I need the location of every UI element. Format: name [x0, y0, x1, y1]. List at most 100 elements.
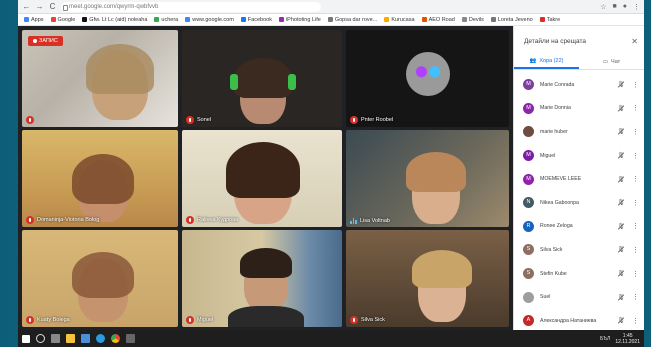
- mic-muted-icon: 🎙: [617, 153, 625, 160]
- bookmark-favicon-icon: [539, 17, 545, 22]
- bookmark-item[interactable]: Takre: [539, 17, 560, 23]
- more-options-icon[interactable]: ⋮: [632, 317, 639, 325]
- language-indicator[interactable]: БЪЛ: [600, 336, 610, 342]
- headset-icon: [288, 74, 296, 90]
- participant-name: marie huber: [540, 128, 568, 135]
- tab-chat[interactable]: ▭ Чат: [579, 54, 644, 69]
- chrome-icon[interactable]: [111, 334, 120, 343]
- participant-hair: [406, 152, 466, 192]
- address-bar[interactable]: meet.google.com/qwyrm-qwbfvvb: [61, 1, 321, 12]
- avatar: M: [523, 102, 534, 114]
- more-options-icon[interactable]: ⋮: [632, 175, 639, 183]
- participant-row[interactable]: M MOEMEVE LEEE 🎙 ⋮: [514, 167, 644, 191]
- more-options-icon[interactable]: ⋮: [632, 104, 639, 112]
- more-options-icon[interactable]: ⋮: [632, 293, 639, 301]
- bookmark-item[interactable]: uchera: [154, 17, 178, 23]
- more-options-icon[interactable]: ⋮: [632, 199, 639, 207]
- participant-row[interactable]: M Marie Donnia 🎙 ⋮: [514, 97, 644, 121]
- tab-people[interactable]: 👥 Хора (22): [514, 54, 579, 69]
- bookmark-item[interactable]: Gfw. Lt Lc (aid) noleaha: [82, 17, 147, 23]
- video-tile-3[interactable]: Pnter Roobel: [346, 30, 509, 127]
- close-icon[interactable]: ✕: [631, 37, 638, 46]
- mic-muted-icon: 🎙: [617, 82, 625, 89]
- reload-button[interactable]: C: [48, 0, 57, 14]
- task-view-icon[interactable]: [51, 334, 60, 343]
- bookmark-favicon-icon: [327, 17, 333, 22]
- video-tile-8[interactable]: Miguel: [182, 230, 342, 327]
- mail-icon[interactable]: [81, 334, 90, 343]
- app-icon[interactable]: [126, 334, 135, 343]
- participant-name: Miguel: [540, 152, 556, 159]
- forward-button[interactable]: →: [35, 0, 44, 14]
- profile-icon[interactable]: ●: [623, 3, 627, 11]
- tile-label: Kuaty Bolega: [26, 316, 70, 324]
- bookmark-item[interactable]: www.google.com: [185, 17, 234, 23]
- participant-row[interactable]: A Александра Натаниева 🎙 ⋮: [514, 309, 644, 333]
- bookmark-item[interactable]: AEO Road: [421, 17, 455, 23]
- more-options-icon[interactable]: ⋮: [632, 81, 639, 89]
- bookmark-item[interactable]: Facebook: [240, 17, 272, 23]
- windows-start-icon[interactable]: [22, 334, 30, 343]
- participant-row[interactable]: Suel 🎙 ⋮: [514, 285, 644, 309]
- mic-muted-icon: 🎙: [617, 294, 625, 301]
- participant-shirt: [228, 306, 304, 327]
- avatar: M: [523, 150, 534, 162]
- video-tile-6[interactable]: Lisa Voltnab: [346, 130, 509, 227]
- video-tile-9[interactable]: Silva Sick: [346, 230, 509, 327]
- bookmark-item[interactable]: Google: [50, 17, 75, 23]
- bookmark-favicon-icon: [384, 17, 390, 22]
- participant-name: Александра Натаниева: [540, 317, 597, 324]
- mic-muted-icon: 🎙: [617, 318, 625, 325]
- more-options-icon[interactable]: ⋮: [632, 246, 639, 254]
- video-tile-5[interactable]: Raliнна Кудрова: [182, 130, 342, 227]
- bookmark-item[interactable]: Devils: [461, 17, 484, 23]
- participant-name: MOEMEVE LEEE: [540, 176, 582, 183]
- mic-muted-icon: 🎙: [617, 200, 625, 207]
- menu-icon[interactable]: ⋮: [633, 3, 640, 11]
- participant-row[interactable]: N Nikea Gaboonpa 🎙 ⋮: [514, 191, 644, 215]
- bookmark-favicon-icon: [240, 17, 246, 22]
- search-icon[interactable]: [36, 334, 45, 343]
- participant-row[interactable]: R Ronee Zeloga 🎙 ⋮: [514, 215, 644, 239]
- participant-row[interactable]: S Silva Sick 🎙 ⋮: [514, 238, 644, 262]
- bookmark-favicon-icon: [421, 17, 427, 22]
- back-button[interactable]: ←: [22, 0, 31, 14]
- video-tile-7[interactable]: Kuaty Bolega: [22, 230, 178, 327]
- video-tile-1[interactable]: ЗАПИС: [22, 30, 178, 127]
- bookmark-item[interactable]: Apps: [24, 17, 44, 23]
- bookmark-favicon-icon: [50, 17, 56, 22]
- bookmark-item[interactable]: iPhototing Life: [278, 17, 321, 23]
- more-options-icon[interactable]: ⋮: [632, 152, 639, 160]
- panel-tabs: 👥 Хора (22) ▭ Чат: [514, 54, 644, 70]
- bookmark-item[interactable]: Gopsa dar rove...: [327, 17, 377, 23]
- video-tile-4[interactable]: Domaninja-Viotoria Bolog: [22, 130, 178, 227]
- bookmark-favicon-icon: [24, 17, 29, 22]
- extension-icon[interactable]: ■: [613, 3, 617, 11]
- participant-row[interactable]: marie huber 🎙 ⋮: [514, 120, 644, 144]
- mic-muted-icon: 🎙: [617, 129, 625, 136]
- participant-list: M Marie Conrada 🎙 ⋮ M Marie Donnia 🎙 ⋮ marie hub…: [514, 70, 644, 333]
- edge-icon[interactable]: [96, 334, 105, 343]
- panel-title: Детайли на срещата: [524, 38, 587, 45]
- participant-name: Nikea Gaboonpa: [540, 199, 579, 206]
- mic-muted-icon: 🎙: [617, 271, 625, 278]
- more-options-icon[interactable]: ⋮: [632, 222, 639, 230]
- star-icon[interactable]: ☆: [600, 3, 606, 11]
- video-tile-2[interactable]: Sonel: [182, 30, 342, 127]
- file-explorer-icon[interactable]: [66, 334, 75, 343]
- mic-muted-icon: 🎙: [617, 247, 625, 254]
- more-options-icon[interactable]: ⋮: [632, 270, 639, 278]
- participant-row[interactable]: M Miguel 🎙 ⋮: [514, 144, 644, 168]
- bookmark-item[interactable]: Kurucasa: [384, 17, 415, 23]
- more-options-icon[interactable]: ⋮: [632, 128, 639, 136]
- tile-label: Lisa Voltnab: [350, 217, 390, 224]
- chat-icon: ▭: [602, 58, 609, 65]
- clock[interactable]: 1:45 12.11.2021: [615, 333, 640, 345]
- participant-row[interactable]: M Marie Conrada 🎙 ⋮: [514, 73, 644, 97]
- mic-off-icon: [350, 316, 358, 324]
- participant-hair: [72, 252, 134, 298]
- bookmark-item[interactable]: Loreta Jeveno: [490, 17, 533, 23]
- mic-off-icon: [186, 116, 194, 124]
- participant-row[interactable]: S Stefin Kube 🎙 ⋮: [514, 262, 644, 286]
- participant-hair: [412, 250, 472, 288]
